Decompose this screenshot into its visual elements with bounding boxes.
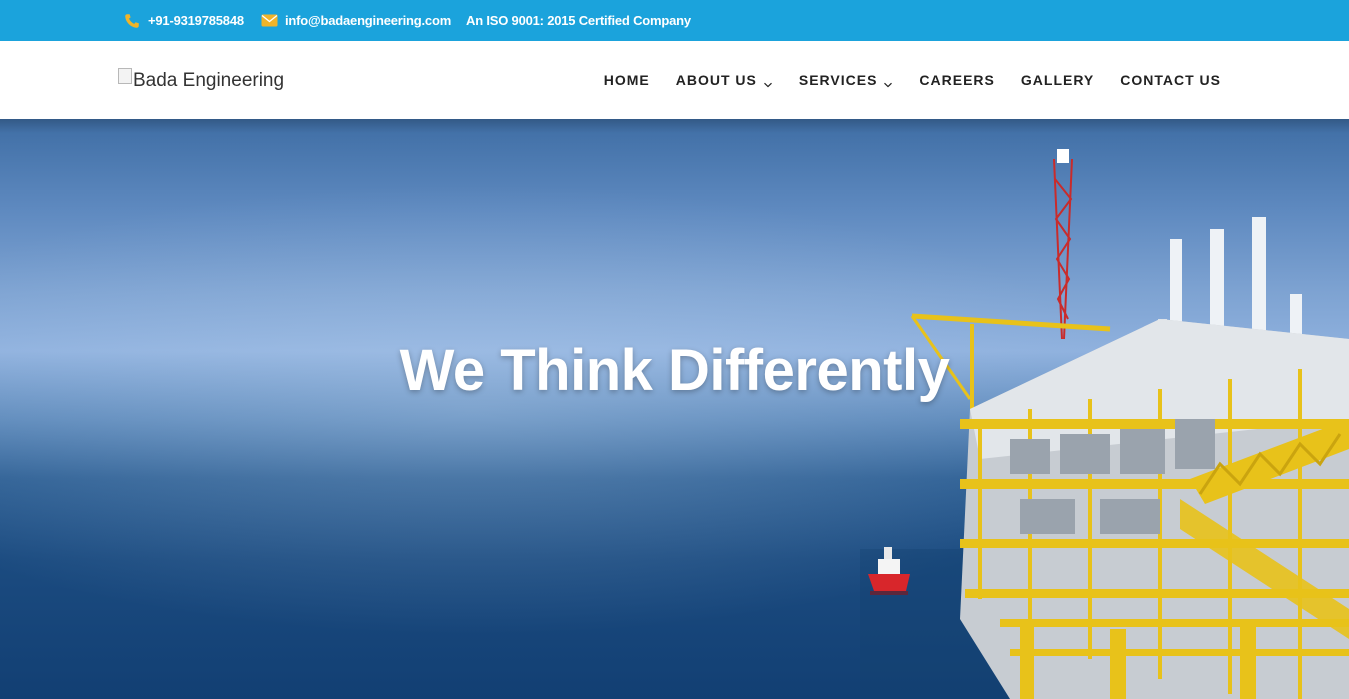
top-info-bar: +91-9319785848 info@badaengineering.com …	[0, 0, 1349, 41]
nav-contact-us-label[interactable]: CONTACT US	[1120, 72, 1221, 88]
envelope-icon	[260, 13, 278, 29]
offshore-oil-rig-illustration	[860, 149, 1349, 699]
nav-about-us-label[interactable]: ABOUT US	[676, 72, 757, 88]
hero-title: We Think Differently	[399, 338, 950, 403]
header-shadow	[0, 119, 1349, 133]
phone-icon	[123, 13, 141, 29]
broken-image-icon	[118, 68, 132, 84]
topbar-email-text[interactable]: info@badaengineering.com	[285, 13, 451, 28]
nav-careers-label[interactable]: CAREERS	[919, 72, 994, 88]
nav-home[interactable]: HOME	[604, 72, 650, 88]
chevron-down-icon[interactable]	[763, 76, 773, 88]
nav-gallery[interactable]: GALLERY	[1021, 72, 1094, 88]
nav-services[interactable]: SERVICES	[799, 72, 894, 88]
nav-gallery-label[interactable]: GALLERY	[1021, 72, 1094, 88]
nav-services-label[interactable]: SERVICES	[799, 72, 878, 88]
nav-contact-us[interactable]: CONTACT US	[1120, 72, 1221, 88]
topbar-phone[interactable]: +91-9319785848	[123, 0, 244, 41]
hero-banner: We Think Differently	[0, 119, 1349, 699]
nav-home-label[interactable]: HOME	[604, 72, 650, 88]
chevron-down-icon[interactable]	[883, 76, 893, 88]
site-header: Bada Engineering HOME ABOUT US SERVICES …	[0, 41, 1349, 120]
nav-about-us[interactable]: ABOUT US	[676, 72, 773, 88]
logo-alt-text[interactable]: Bada Engineering	[133, 70, 284, 92]
main-nav: HOME ABOUT US SERVICES CAREERS GALLERY C…	[604, 41, 1221, 119]
topbar-email[interactable]: info@badaengineering.com	[260, 0, 451, 41]
topbar-phone-text[interactable]: +91-9319785848	[148, 13, 244, 28]
nav-careers[interactable]: CAREERS	[919, 72, 994, 88]
site-logo[interactable]: Bada Engineering	[118, 68, 284, 93]
topbar-certification: An ISO 9001: 2015 Certified Company	[466, 13, 691, 28]
